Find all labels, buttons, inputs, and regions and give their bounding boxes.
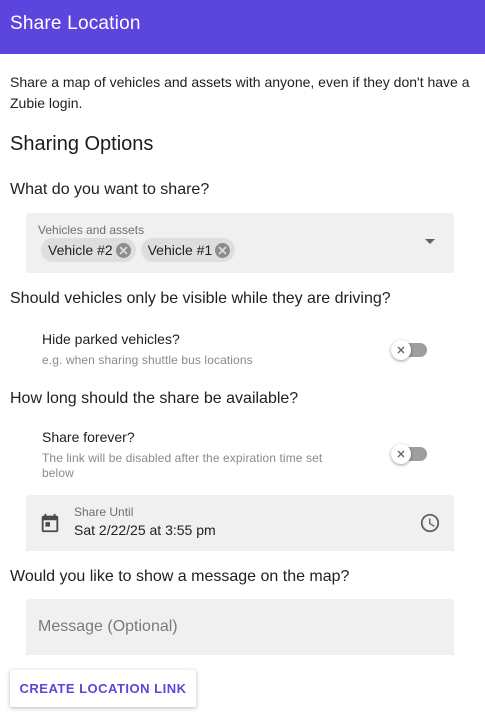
selected-chips: Vehicle #2 Vehicle #1 (41, 238, 236, 262)
select-label: Vehicles and assets (38, 223, 145, 237)
chip-vehicle-1: Vehicle #1 (140, 238, 236, 262)
create-location-link-button[interactable]: CREATE LOCATION LINK (10, 670, 196, 707)
section-title: Sharing Options (10, 133, 154, 155)
close-icon (397, 450, 405, 458)
dropdown-arrow-icon[interactable] (425, 239, 435, 244)
remove-chip-icon[interactable] (215, 242, 231, 258)
share-forever-row: Share forever? The link will be disabled… (42, 429, 442, 481)
chip-vehicle-2: Vehicle #2 (41, 238, 136, 262)
toggle-title: Hide parked vehicles? (42, 331, 180, 347)
share-question: What do you want to share? (10, 181, 210, 198)
vehicles-assets-select[interactable]: Vehicles and assets Vehicle #2 Vehicle #… (26, 213, 454, 273)
message-question: Would you like to show a message on the … (10, 568, 350, 585)
clock-icon[interactable] (419, 512, 441, 534)
page-title: Share Location (10, 13, 141, 34)
hide-parked-toggle[interactable] (391, 340, 427, 360)
visibility-question: Should vehicles only be visible while th… (10, 290, 391, 307)
duration-question: How long should the share be available? (10, 390, 299, 407)
remove-chip-icon[interactable] (115, 242, 131, 258)
date-value: Sat 2/22/25 at 3:55 pm (74, 522, 216, 538)
message-input[interactable] (26, 599, 454, 655)
intro-text: Share a map of vehicles and assets with … (10, 74, 470, 111)
hide-parked-row: Hide parked vehicles? e.g. when sharing … (42, 331, 442, 368)
date-label: Share Until (74, 505, 134, 519)
toggle-description: The link will be disabled after the expi… (42, 451, 323, 480)
share-until-field[interactable]: Share Until Sat 2/22/25 at 3:55 pm (26, 495, 454, 551)
chip-label: Vehicle #2 (48, 242, 113, 258)
share-forever-toggle[interactable] (391, 444, 427, 464)
close-icon (397, 346, 405, 354)
toggle-thumb (391, 340, 411, 360)
toggle-thumb (391, 444, 411, 464)
app-header: Share Location (0, 0, 485, 54)
toggle-description: e.g. when sharing shuttle bus locations (42, 353, 253, 367)
calendar-icon (41, 513, 59, 533)
chip-label: Vehicle #1 (147, 242, 213, 258)
toggle-title: Share forever? (42, 429, 135, 445)
